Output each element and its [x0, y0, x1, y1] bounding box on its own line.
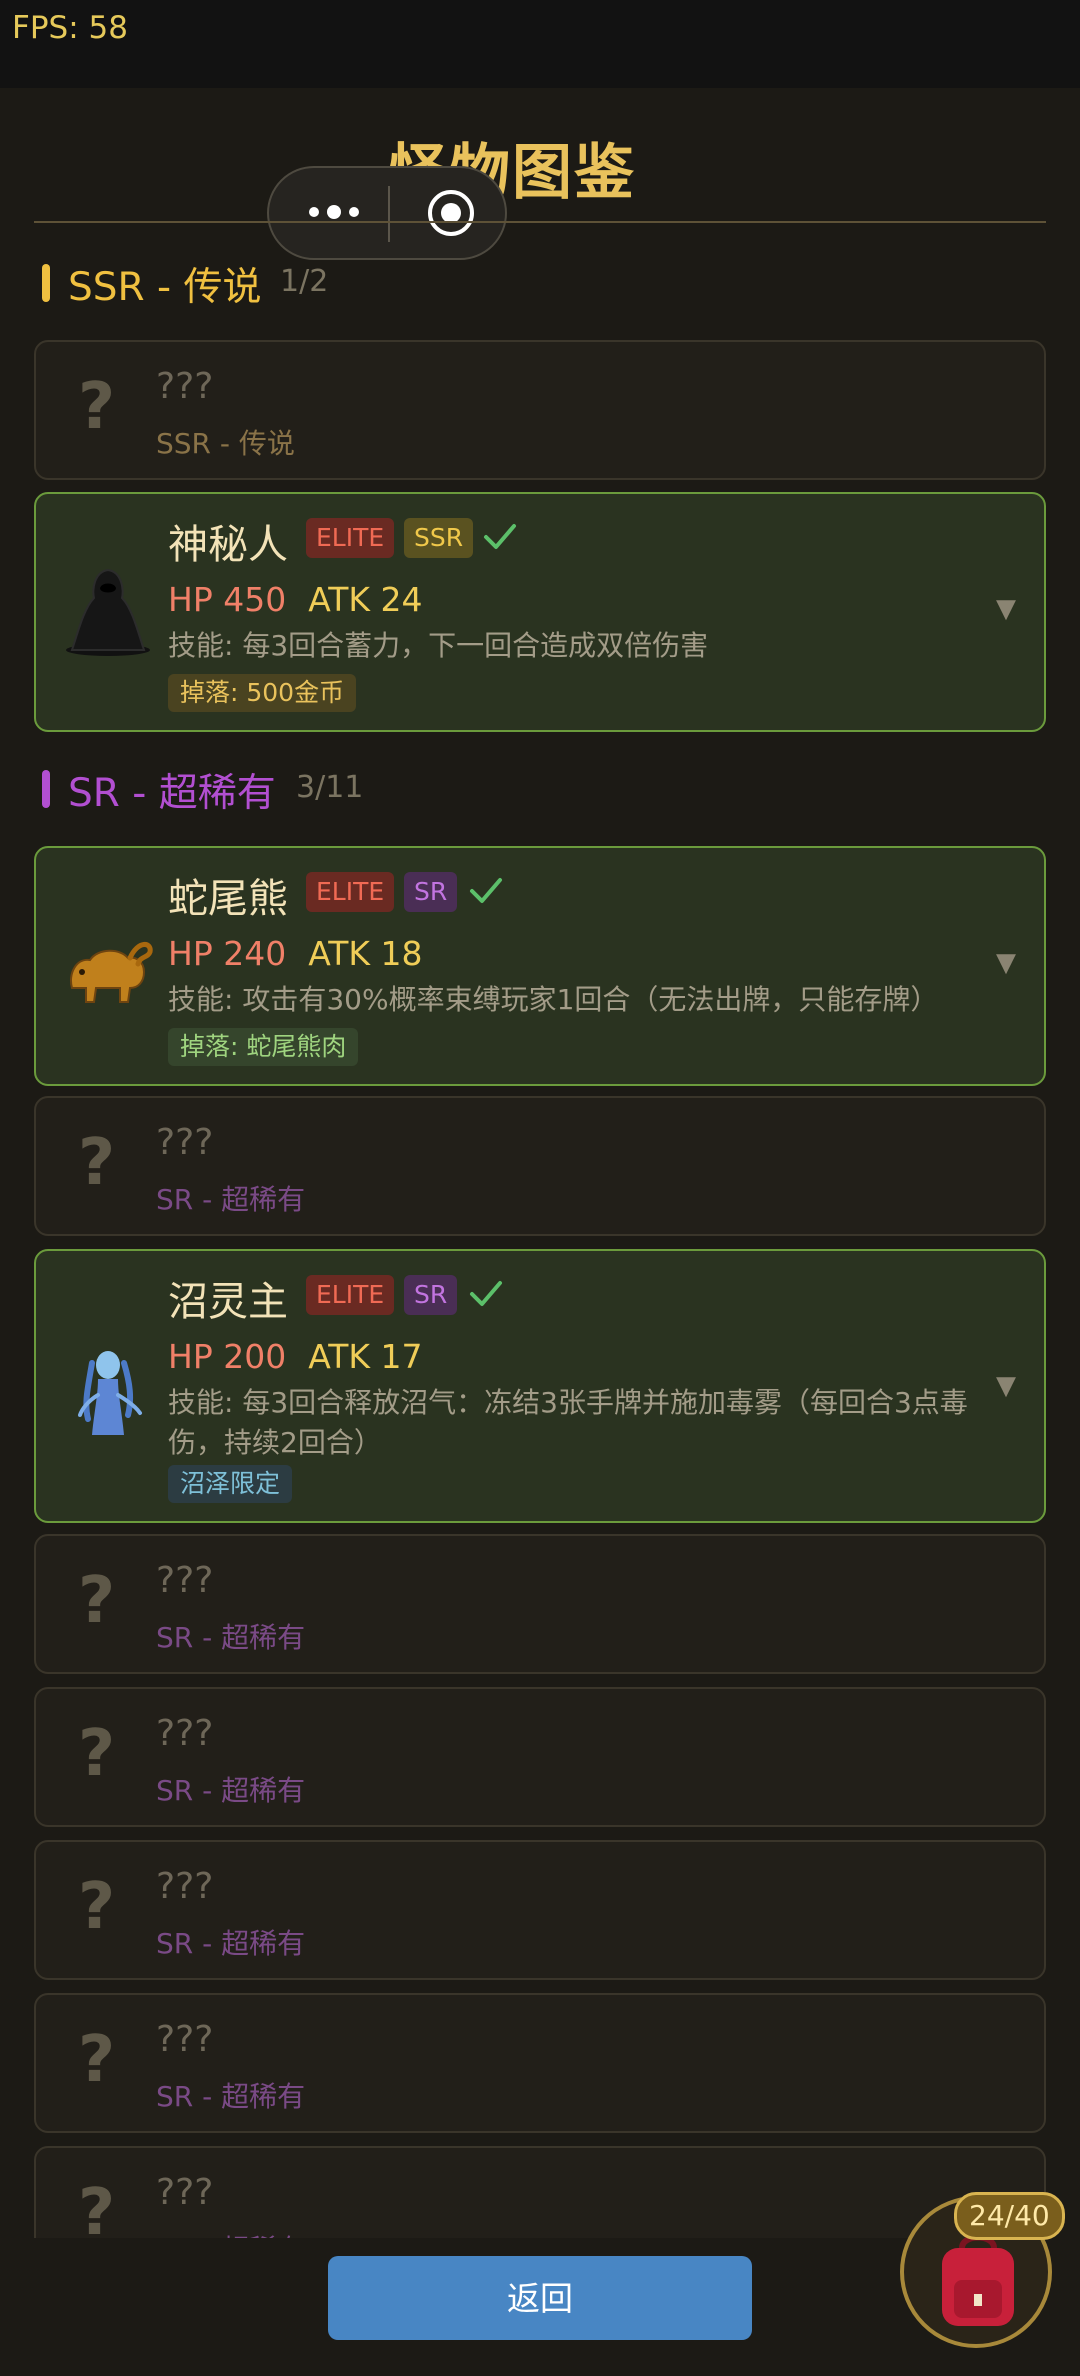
rarity-badge: SSR [404, 518, 474, 558]
monster-card-locked[interactable]: ? ??? SR - 超稀有 [34, 1993, 1046, 2133]
top-status-bar: FPS: 58 [0, 0, 1080, 88]
drop-tag: 掉落: 蛇尾熊肉 [168, 1028, 359, 1066]
rarity-badge: SR [404, 1275, 458, 1315]
collected-check-icon [484, 524, 516, 549]
more-menu-icon[interactable] [305, 198, 365, 228]
monster-name: ??? [156, 1713, 214, 1754]
skill-text: 技能: 每3回合蓄力，下一回合造成双倍伤害 [168, 629, 709, 662]
unknown-icon: ? [78, 1126, 116, 1200]
drop-tag: 掉落: 500金币 [168, 674, 357, 712]
monster-name: ??? [156, 366, 214, 407]
miniprogram-capsule [267, 166, 507, 260]
monster-card-swamp-lord[interactable]: 沼灵主 ELITE SR HP 200 ATK 17 技能: 每3回合释放沼气：冻… [34, 1249, 1046, 1523]
unknown-icon: ? [78, 1870, 116, 1944]
atk-value: ATK 24 [308, 580, 423, 619]
unknown-icon: ? [78, 370, 116, 444]
region-tag: 沼泽限定 [168, 1465, 293, 1503]
monster-stats: HP 240 ATK 18 [168, 934, 423, 973]
monster-name: 蛇尾熊 [168, 876, 288, 922]
unknown-icon: ? [78, 1717, 116, 1791]
elite-badge: ELITE [306, 518, 395, 558]
monster-card-snake-bear[interactable]: 蛇尾熊 ELITE SR HP 240 ATK 18 技能: 攻击有30%概率束缚… [34, 846, 1046, 1086]
monster-name: 沼灵主 [168, 1279, 288, 1325]
monster-card-mystery-man[interactable]: 神秘人 ELITE SSR HP 450 ATK 24 技能: 每3回合蓄力，下一… [34, 492, 1046, 732]
section-count: 3/11 [296, 770, 364, 805]
expand-caret-icon[interactable]: ▼ [996, 948, 1016, 978]
collected-check-icon [470, 1281, 502, 1306]
skill-text: 技能: 攻击有30%概率束缚玩家1回合（无法出牌，只能存牌） [168, 983, 939, 1016]
monster-name: ??? [156, 1122, 214, 1163]
page-title: 怪物图鉴 [388, 138, 636, 208]
monster-stats: HP 450 ATK 24 [168, 580, 423, 619]
close-target-icon[interactable] [428, 190, 474, 236]
section-name: SR - 超稀有 [68, 771, 276, 816]
section-name: SSR - 传说 [68, 265, 262, 310]
elite-badge: ELITE [306, 872, 395, 912]
monster-card-locked[interactable]: ? ??? SR - 超稀有 [34, 1534, 1046, 1674]
monster-card-locked[interactable]: ? ??? SSR - 传说 [34, 340, 1046, 480]
monster-rarity: SR - 超稀有 [156, 1621, 306, 1654]
skill-text: 技能: 每3回合释放沼气：冻结3张手牌并施加毒雾（每回合3点毒伤，持续2回合） [168, 1386, 968, 1459]
hp-value: HP 200 [168, 1337, 287, 1376]
rarity-badge: SR [404, 872, 458, 912]
monster-card-locked[interactable]: ? ??? SR - 超稀有 [34, 1840, 1046, 1980]
monster-name: ??? [156, 2172, 214, 2213]
hp-value: HP 450 [168, 580, 287, 619]
monster-rarity: SR - 超稀有 [156, 1927, 306, 1960]
expand-caret-icon[interactable]: ▼ [996, 594, 1016, 624]
swamp-lord-icon [78, 1351, 142, 1435]
monster-name: ??? [156, 2019, 214, 2060]
expand-caret-icon[interactable]: ▼ [996, 1371, 1016, 1401]
section-bar [42, 770, 50, 808]
fps-counter: FPS: 58 [12, 10, 128, 46]
collected-check-icon [470, 878, 502, 903]
hp-value: HP 240 [168, 934, 287, 973]
back-button[interactable]: 返回 [328, 2256, 752, 2340]
monster-name: 神秘人 [168, 522, 288, 568]
monster-card-locked[interactable]: ? ??? SR - 超稀有 [34, 1687, 1046, 1827]
monster-rarity: SR - 超稀有 [156, 1774, 306, 1807]
snake-bear-icon [70, 942, 153, 1003]
bag-capacity-badge: 24/40 [954, 2192, 1065, 2240]
hooded-figure-icon [66, 568, 150, 656]
section-bar [42, 264, 50, 302]
section-count: 1/2 [280, 264, 329, 299]
monster-name: ??? [156, 1866, 214, 1907]
unknown-icon: ? [78, 1564, 116, 1638]
backpack-icon [942, 2234, 1014, 2326]
monster-card-locked[interactable]: ? ??? SR - 超稀有 [34, 1096, 1046, 1236]
monster-rarity: SSR - 传说 [156, 427, 295, 460]
atk-value: ATK 17 [308, 1337, 423, 1376]
monster-stats: HP 200 ATK 17 [168, 1337, 423, 1376]
capsule-divider [388, 186, 390, 242]
unknown-icon: ? [78, 2023, 116, 2097]
title-divider [34, 221, 1046, 223]
monster-name: ??? [156, 1560, 214, 1601]
atk-value: ATK 18 [308, 934, 423, 973]
monster-rarity: SR - 超稀有 [156, 2080, 306, 2113]
monster-rarity: SR - 超稀有 [156, 1183, 306, 1216]
elite-badge: ELITE [306, 1275, 395, 1315]
